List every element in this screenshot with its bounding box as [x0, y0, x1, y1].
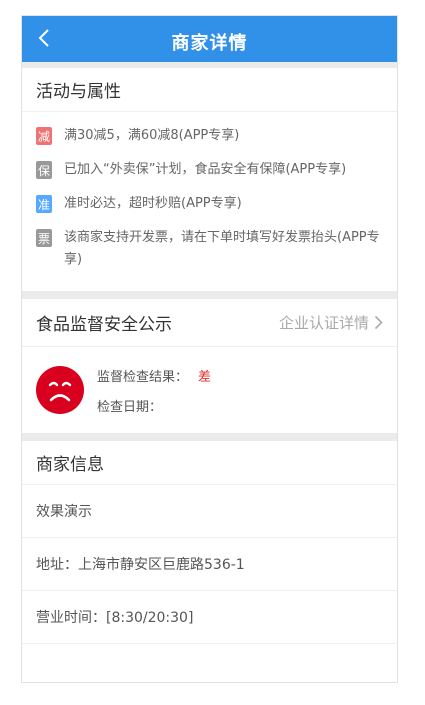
- activities-title: 活动与属性: [22, 68, 397, 112]
- inspection-info: 监督检查结果： 差 检查日期：: [97, 360, 211, 420]
- activity-item: 减 满30减5，满60减8(APP专享): [36, 125, 383, 147]
- activity-text: 准时必达，超时秒赔(APP专享): [64, 196, 242, 211]
- activities-list: 减 满30减5，满60减8(APP专享) 保 已加入“外卖保”计划，食品安全有保…: [22, 112, 397, 291]
- activity-badge: 票: [36, 229, 52, 247]
- inspection-date-line: 检查日期：: [97, 390, 211, 420]
- chevron-left-icon: [38, 29, 49, 47]
- app-frame: 商家详情 活动与属性 减 满30减5，满60减8(APP专享) 保 已加入“外卖…: [21, 15, 398, 683]
- activity-item: 准 准时必达，超时秒赔(APP专享): [36, 193, 383, 215]
- section-divider: [22, 433, 397, 441]
- activity-badge: 减: [36, 127, 52, 145]
- food-safety-section: 食品监督安全公示 企业认证详情 监督检查结果： 差 检查日期：: [22, 299, 397, 433]
- inspection-result-label: 监督检查结果：: [97, 369, 189, 385]
- page-title: 商家详情: [171, 33, 248, 54]
- merchant-info-title: 商家信息: [22, 441, 397, 485]
- activity-text: 满30减5，满60减8(APP专享): [64, 128, 240, 143]
- activities-section: 活动与属性 减 满30减5，满60减8(APP专享) 保 已加入“外卖保”计划，…: [22, 68, 397, 291]
- activity-text: 已加入“外卖保”计划，食品安全有保障(APP专享): [64, 162, 347, 177]
- merchant-info-row: 效果演示: [22, 485, 397, 538]
- inspection-result-line: 监督检查结果： 差: [97, 360, 211, 390]
- activity-item: 保 已加入“外卖保”计划，食品安全有保障(APP专享): [36, 159, 383, 181]
- merchant-info-row: 地址：上海市静安区巨鹿路536-1: [22, 538, 397, 591]
- sad-face-icon: [36, 366, 84, 414]
- back-button[interactable]: [32, 24, 56, 52]
- merchant-info-section: 商家信息 效果演示 地址：上海市静安区巨鹿路536-1 营业时间：[8:30/2…: [22, 441, 397, 644]
- activity-badge: 准: [36, 195, 52, 213]
- section-divider: [22, 291, 397, 299]
- certification-link[interactable]: 企业认证详情: [279, 312, 383, 333]
- activity-item: 票 该商家支持开发票，请在下单时填写好发票抬头(APP专享): [36, 227, 383, 271]
- merchant-info-row: 营业时间：[8:30/20:30]: [22, 591, 397, 644]
- certification-link-label: 企业认证详情: [278, 314, 369, 332]
- inspection-date-label: 检查日期：: [97, 399, 163, 415]
- chevron-right-icon: [374, 315, 383, 330]
- food-safety-header: 食品监督安全公示 企业认证详情: [22, 299, 397, 347]
- activity-badge: 保: [36, 161, 52, 179]
- inspection-result-value: 差: [198, 369, 212, 385]
- inspection-panel: 监督检查结果： 差 检查日期：: [22, 347, 397, 433]
- food-safety-title: 食品监督安全公示: [36, 315, 172, 335]
- activity-text: 该商家支持开发票，请在下单时填写好发票抬头(APP专享): [64, 230, 380, 267]
- top-header: 商家详情: [22, 16, 397, 62]
